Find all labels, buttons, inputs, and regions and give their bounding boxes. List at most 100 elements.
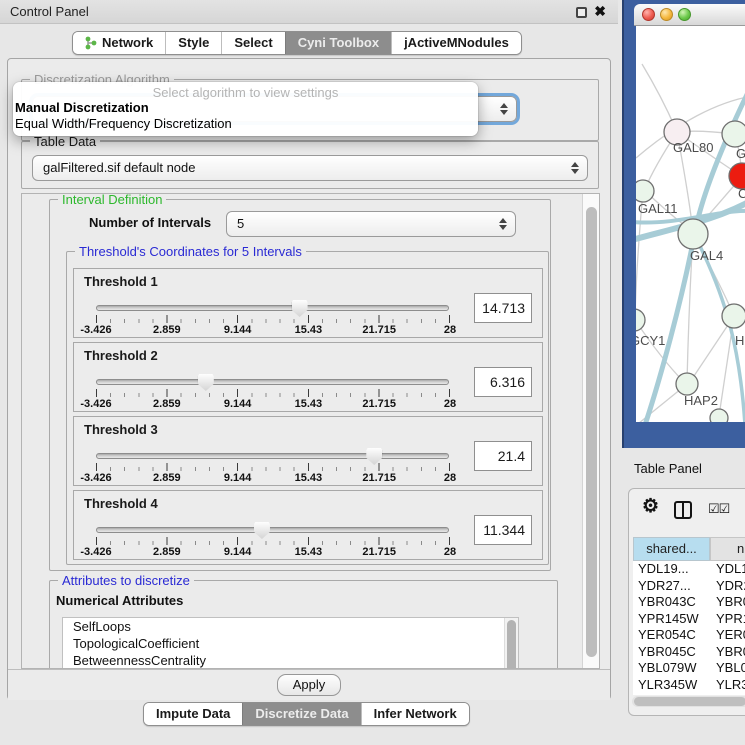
table-cell[interactable]: YDL19... [633,561,710,578]
close-icon[interactable]: ✖ [594,3,606,20]
network-node[interactable] [636,309,645,331]
table-row[interactable]: YDL19...YDL1 [633,561,745,578]
attributes-scrollbar[interactable] [504,618,518,669]
tab-discretize-data[interactable]: Discretize Data [242,703,360,725]
tab-style[interactable]: Style [165,32,221,54]
scrollbar-thumb[interactable] [507,620,516,669]
apply-button[interactable]: Apply [277,674,342,696]
slider-track[interactable] [96,305,449,311]
threshold-panel: Threshold 3 -3.4262.8599.14415.4321.7152… [73,416,543,486]
attribute-list-item[interactable]: BetweennessCentrality [63,652,518,669]
dropdown-option-manual[interactable]: Manual Discretization [13,100,478,116]
tab-network[interactable]: Network [73,32,165,54]
network-node-label: GAL4 [690,248,723,263]
column-layout-icon[interactable] [674,501,692,519]
table-cell[interactable]: YBL079W [633,660,710,677]
slider-tick-label: 15.43 [295,472,323,484]
table-cell[interactable]: YBR0 [710,594,745,611]
table-cell[interactable]: YBR043C [633,594,710,611]
column-header-shared-name[interactable]: shared... [633,537,710,561]
intervals-combobox[interactable]: 5 [226,211,516,237]
tab-infer-network[interactable]: Infer Network [361,703,469,725]
column-header-name[interactable]: n [710,537,745,561]
threshold-value-field[interactable]: 14.713 [474,293,532,323]
table-row[interactable]: YBL079WYBL0 [633,660,745,677]
tab-jactivemnodules[interactable]: jActiveMNodules [391,32,521,54]
tab-cyni-toolbox[interactable]: Cyni Toolbox [285,32,391,54]
network-node-label: C [738,186,745,201]
table-data-combobox[interactable]: galFiltered.sif default node [32,155,588,181]
attribute-list-item[interactable]: TopologicalCoefficient [63,635,518,652]
network-node[interactable] [722,304,745,328]
tab-impute-data[interactable]: Impute Data [144,703,242,725]
network-canvas[interactable]: GAL80GACGAL11GAL4GCY1HHAP2 [636,26,745,422]
table-cell[interactable]: YER0 [710,627,745,644]
table-row[interactable]: YIL052CYIL0 [633,693,745,695]
table-row[interactable]: YBR045CYBR0 [633,644,745,661]
table-cell[interactable]: YBR0 [710,644,745,661]
mac-minimize-button[interactable] [660,8,673,21]
network-node[interactable] [710,409,728,422]
threshold-value-field[interactable]: 6.316 [474,367,532,397]
table-row[interactable]: YLR345WYLR3 [633,677,745,694]
slider-track[interactable] [96,453,449,459]
network-node[interactable] [722,121,745,147]
threshold-label: Threshold 3 [84,422,158,437]
checkbox-columns-icon[interactable]: ☑☑ [708,501,729,517]
network-node-label: GAL11 [638,201,678,216]
network-node[interactable] [636,180,654,202]
slider-tick-label: 21.715 [362,324,396,336]
network-node[interactable] [678,219,708,249]
group-title: Attributes to discretize [58,573,194,588]
attributes-group: Attributes to discretize Numerical Attri… [49,580,558,669]
group-title: Interval Definition [58,193,166,207]
attribute-list-item[interactable]: SelfLoops [63,618,518,635]
table-cell[interactable]: YDR27... [633,578,710,595]
settings-scrollbar[interactable] [582,194,599,668]
table-cell[interactable]: YLR3 [710,677,745,694]
tab-label: Infer Network [374,706,457,721]
slider-track[interactable] [96,379,449,385]
table-cell[interactable]: YDL1 [710,561,745,578]
float-window-icon[interactable] [576,7,587,18]
table-data-value: galFiltered.sif default node [43,160,195,175]
slider-tick-label: 15.43 [295,398,323,410]
slider-tick-label: 28 [444,324,456,336]
network-node[interactable] [676,373,698,395]
tab-label: Cyni Toolbox [298,35,379,50]
table-cell[interactable]: YIL0 [710,693,745,695]
table-cell[interactable]: YDR2 [710,578,745,595]
gear-icon[interactable]: ⚙ [642,495,659,518]
slider-tick-labels: -3.4262.8599.14415.4321.71528 [96,324,450,336]
table-cell[interactable]: YLR345W [633,677,710,694]
table-row[interactable]: YPR145WYPR1 [633,611,745,628]
tab-label: Discretize Data [255,706,348,721]
slider-tick-label: -3.426 [80,472,111,484]
table-cell[interactable]: YBL0 [710,660,745,677]
mac-zoom-button[interactable] [678,8,691,21]
table-cell[interactable]: YER054C [633,627,710,644]
table-cell[interactable]: YBR045C [633,644,710,661]
numerical-attributes-list: SelfLoopsTopologicalCoefficientBetweenne… [62,617,519,669]
slider-tick-label: 9.144 [224,398,252,410]
table-row[interactable]: YDR27...YDR2 [633,578,745,595]
threshold-value-field[interactable]: 11.344 [474,515,532,545]
mac-close-button[interactable] [642,8,655,21]
table-row[interactable]: YER054CYER0 [633,627,745,644]
intervals-label: Number of Intervals [89,215,211,230]
table-cell[interactable]: YPR1 [710,611,745,628]
threshold-label: Threshold 4 [84,496,158,511]
dropdown-option-equal-width[interactable]: Equal Width/Frequency Discretization [13,116,478,132]
scrollbar-thumb[interactable] [586,207,597,657]
table-cell[interactable]: YPR145W [633,611,710,628]
slider-ticks [96,463,450,471]
tab-select[interactable]: Select [221,32,284,54]
table-hscrollbar[interactable] [632,696,745,707]
slider-track[interactable] [96,527,449,533]
table-cell[interactable]: YIL052C [633,693,710,695]
scrollbar-thumb[interactable] [634,697,745,706]
threshold-value-field[interactable]: 21.4 [474,441,532,471]
network-node-label: H [735,333,744,348]
table-row[interactable]: YBR043CYBR0 [633,594,745,611]
slider-tick-labels: -3.4262.8599.14415.4321.71528 [96,472,450,484]
